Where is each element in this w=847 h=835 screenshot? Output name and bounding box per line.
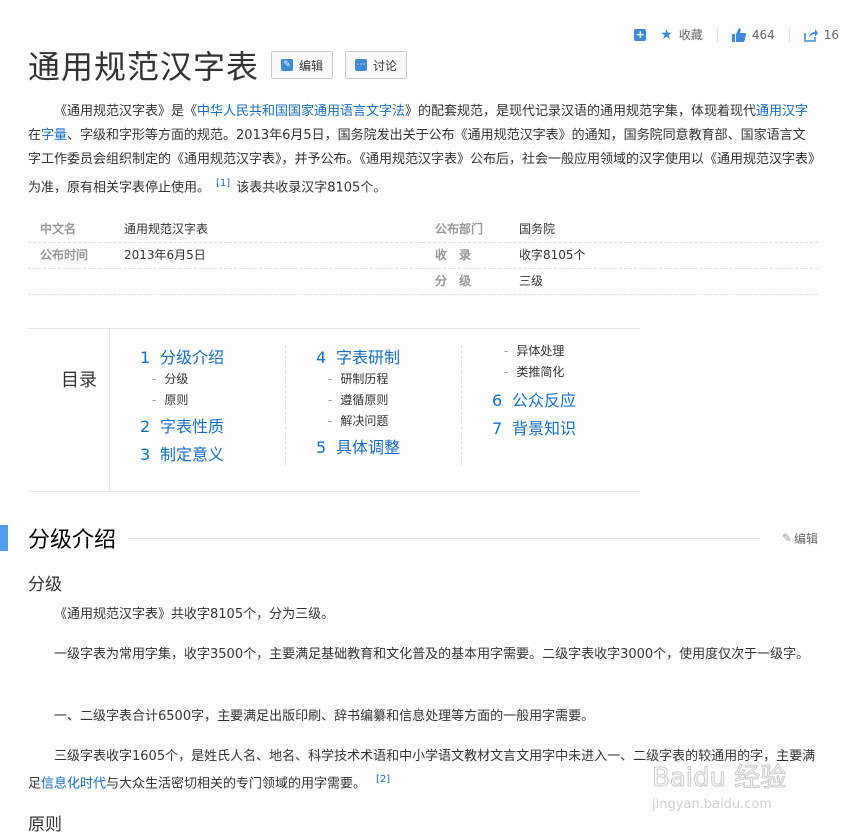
- subsection-title: 原则: [28, 815, 62, 835]
- paragraph: 一级字表为常用字集，收字3500个，主要满足基础教育和文化普及的基本用字需要。二…: [54, 647, 810, 662]
- thumbs-up-icon: [731, 27, 746, 42]
- toc-column: 异体处理 类推简化 6公众反应 7背景知识: [462, 329, 638, 491]
- basic-info: 中文名 通用规范汉字表 公布部门 国务院 公布时间 2013年6月5日 收 录 收字81…: [28, 216, 818, 295]
- summary-text: 《通用规范汉字表》是《: [54, 104, 198, 119]
- toc-subitem[interactable]: 原则: [140, 390, 286, 411]
- reference-1[interactable]: [1]: [216, 178, 230, 189]
- edit-button[interactable]: ✎ 编辑: [271, 51, 334, 79]
- watermark-brand: Baidu 经验: [652, 763, 786, 793]
- link-ziliang[interactable]: 字量: [41, 128, 67, 143]
- section-edit-link[interactable]: ✎ 编辑: [782, 530, 818, 547]
- toc-item-7[interactable]: 7 背景知识: [492, 418, 638, 440]
- toc-column: 1分级介绍 分级 原则 2字表性质 3制定意义: [110, 329, 286, 491]
- info-cell: 中文名 通用规范汉字表: [28, 216, 423, 243]
- toc-item-1[interactable]: 1 分级介绍: [140, 347, 286, 369]
- info-value: 通用规范汉字表: [124, 222, 209, 236]
- toolbar-divider: [716, 27, 718, 42]
- info-cell: 分 级 三级: [423, 268, 818, 295]
- like-button[interactable]: 464: [731, 27, 775, 42]
- info-key: 公布部门: [435, 222, 484, 236]
- toc-label: 目录: [28, 329, 110, 491]
- info-cell: [28, 268, 423, 295]
- toolbar-divider: [788, 27, 790, 42]
- page-title: 通用规范汉字表: [28, 48, 260, 86]
- pencil-icon: ✎: [781, 531, 792, 545]
- summary-text: 在: [28, 128, 42, 143]
- info-key: 中文名: [40, 222, 77, 236]
- toc-item-2[interactable]: 2 字表性质: [140, 416, 286, 438]
- info-value: 2013年6月5日: [124, 248, 206, 262]
- paragraph-text: 与大众生活密切相关的专门领域的用字需要。: [106, 776, 367, 792]
- plus-icon: +: [634, 27, 647, 41]
- section-accent-bar: [0, 525, 8, 551]
- add-button[interactable]: +: [634, 27, 647, 41]
- toc-subitem[interactable]: 研制历程: [316, 369, 462, 390]
- lemma-summary: 《通用规范汉字表》是《中华人民共和国国家通用语言文字法》的配套规范，是现代记录汉…: [28, 100, 818, 200]
- top-toolbar: + ★ 收藏 464 16: [620, 26, 839, 43]
- star-icon: ★: [660, 26, 673, 43]
- toc-column: 4字表研制 研制历程 遵循原则 解决问题 5具体调整: [286, 329, 462, 491]
- info-row: 分 级 三级: [28, 268, 818, 295]
- info-cell: 公布时间 2013年6月5日: [28, 242, 423, 269]
- reference-2[interactable]: [2]: [376, 774, 390, 785]
- chat-icon: ⋯: [355, 59, 368, 71]
- summary-text: 》的配套规范，是现代记录汉语的通用规范字集，体现着现代: [405, 104, 757, 119]
- edit-button-label: 编辑: [299, 58, 324, 73]
- summary-text: 、字级和字形等方面的规范。2013年6月5日，国务院发出关于公布《通用规范汉字表…: [28, 128, 815, 196]
- like-count: 464: [751, 27, 775, 42]
- toc-subitem[interactable]: 异体处理: [492, 341, 638, 362]
- info-key: 公布时间: [40, 248, 89, 262]
- info-value: 收字8105个: [519, 248, 586, 262]
- toc-subitem[interactable]: 解决问题: [316, 411, 462, 432]
- paragraph: 一、二级字表合计6500字，主要满足出版印刷、辞书编纂和信息处理等方面的一般用字…: [54, 709, 595, 724]
- section-edit-label: 编辑: [793, 531, 818, 546]
- info-cell: 收 录 收字8105个: [423, 242, 818, 269]
- info-row: 公布时间 2013年6月5日 收 录 收字8105个: [28, 242, 818, 269]
- info-row: 中文名 通用规范汉字表 公布部门 国务院: [28, 216, 818, 243]
- section-header: 分级介绍 ✎ 编辑: [0, 522, 818, 554]
- link-common-hanzi[interactable]: 通用汉字: [756, 104, 808, 119]
- toc-item-6[interactable]: 6 公众反应: [492, 390, 638, 412]
- title-row: 通用规范汉字表 ✎ 编辑 ⋯ 讨论: [28, 42, 408, 88]
- info-key: 收 录: [435, 248, 472, 262]
- table-of-contents: 目录 1分级介绍 分级 原则 2字表性质 3制定意义 4字表研制 研制历程 遵循…: [28, 328, 640, 492]
- toc-subitem[interactable]: 类推简化: [492, 362, 638, 383]
- info-value: 三级: [519, 274, 544, 288]
- subsection-title: 分级: [28, 575, 62, 595]
- discuss-button[interactable]: ⋯ 讨论: [345, 51, 408, 79]
- section-divider: [128, 537, 760, 539]
- baidu-jingyan-watermark: Baidu 经验 jingyan.baidu.com: [651, 748, 787, 812]
- link-information-age[interactable]: 信息化时代: [41, 776, 106, 791]
- share-count: 16: [823, 27, 839, 42]
- toc-item-4[interactable]: 4 字表研制: [316, 347, 462, 369]
- summary-text: 该表共收录汉字8105个。: [236, 180, 387, 196]
- favorite-button[interactable]: ★ 收藏: [660, 26, 703, 43]
- info-value: 国务院: [519, 222, 556, 236]
- toc-subitem[interactable]: 分级: [140, 369, 286, 390]
- toc-item-5[interactable]: 5 具体调整: [316, 437, 462, 459]
- toc-item-3[interactable]: 3 制定意义: [140, 444, 286, 466]
- share-button[interactable]: 16: [803, 27, 839, 42]
- pencil-icon: ✎: [281, 59, 294, 71]
- discuss-button-label: 讨论: [373, 58, 398, 73]
- share-icon: [803, 28, 818, 42]
- paragraph: 《通用规范汉字表》共收字8105个，分为三级。: [54, 607, 335, 622]
- watermark-url: jingyan.baidu.com: [651, 797, 772, 812]
- favorite-label: 收藏: [678, 28, 703, 42]
- info-key: 分 级: [435, 274, 472, 288]
- toc-subitem[interactable]: 遵循原则: [316, 390, 462, 411]
- info-cell: 公布部门 国务院: [423, 216, 818, 243]
- section-title: 分级介绍: [28, 528, 117, 553]
- link-language-law[interactable]: 中华人民共和国国家通用语言文字法: [197, 104, 405, 119]
